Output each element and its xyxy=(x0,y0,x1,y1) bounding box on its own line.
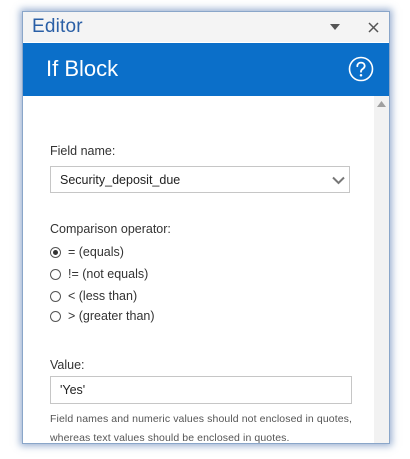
close-icon xyxy=(367,21,379,33)
close-button[interactable] xyxy=(362,16,384,38)
scroll-up-icon[interactable] xyxy=(377,101,386,107)
operator-option-label: > (greater than) xyxy=(68,309,155,323)
operator-option-label: < (less than) xyxy=(68,289,138,303)
header-banner: If Block xyxy=(23,43,389,96)
field-name-label: Field name: xyxy=(50,144,116,158)
radio-button[interactable] xyxy=(50,247,61,258)
chevron-down-icon xyxy=(332,176,345,185)
pane-options-button[interactable] xyxy=(324,16,346,38)
field-name-value: Security_deposit_due xyxy=(60,173,181,187)
radio-button[interactable] xyxy=(50,311,61,322)
pane-title: Editor xyxy=(32,16,83,37)
field-name-select[interactable]: Security_deposit_due xyxy=(50,166,350,193)
header-title: If Block xyxy=(46,56,119,81)
radio-button[interactable] xyxy=(50,291,61,302)
pane-titlebar: Editor xyxy=(23,12,389,42)
operator-option-label: = (equals) xyxy=(68,245,124,259)
radio-selected-dot xyxy=(53,250,58,255)
operator-label: Comparison operator: xyxy=(50,222,171,236)
value-input[interactable] xyxy=(50,376,352,404)
radio-button[interactable] xyxy=(50,269,61,280)
help-circle-icon[interactable] xyxy=(348,56,374,82)
chevron-down-icon xyxy=(330,24,340,30)
editor-pane: Editor If Block Field name: Security_dep… xyxy=(22,11,390,444)
scrollbar[interactable] xyxy=(374,96,389,443)
form-scroll-area[interactable]: Field name: Security_deposit_due Compari… xyxy=(23,96,389,443)
operator-option-label: != (not equals) xyxy=(68,267,149,281)
value-label: Value: xyxy=(50,358,85,372)
help-text: Field names and numeric values should no… xyxy=(50,413,353,443)
